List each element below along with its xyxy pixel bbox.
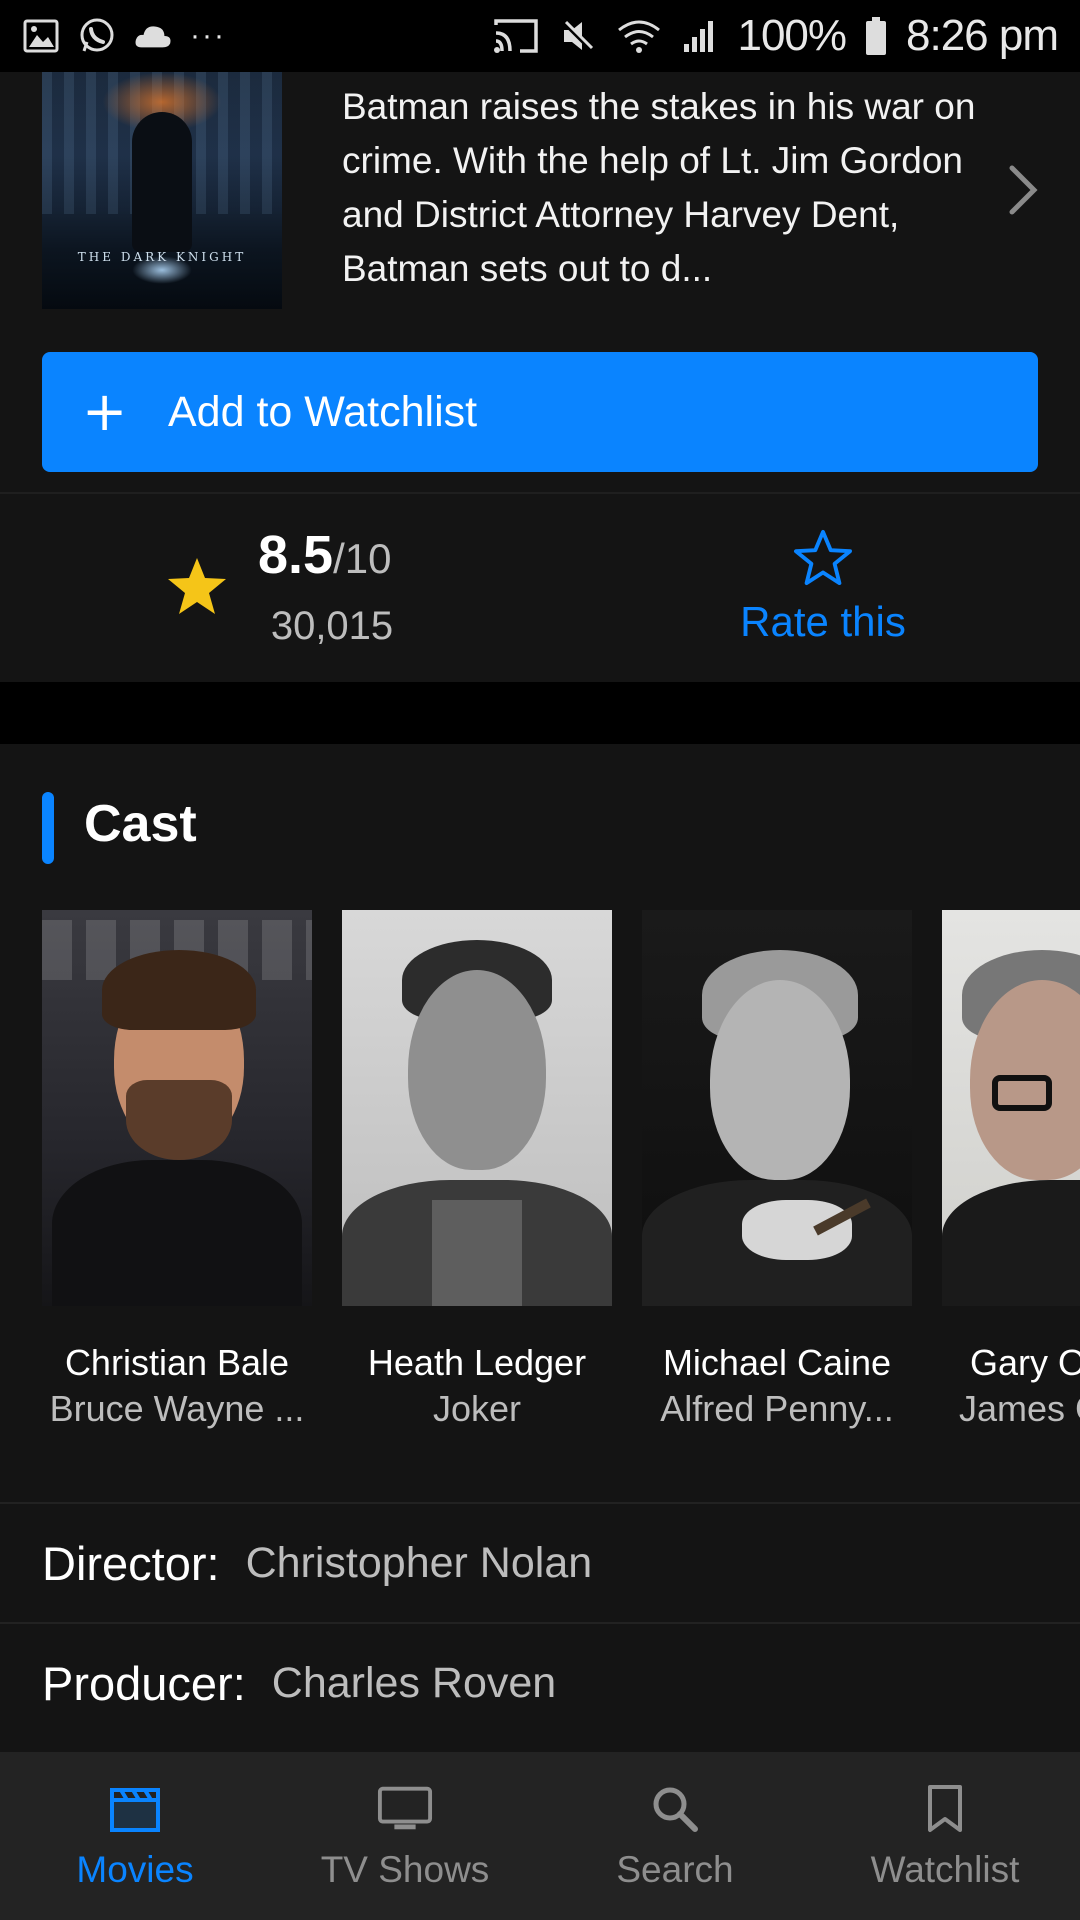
clock: 8:26 pm [906,11,1059,60]
rating-row: 8.5/10 30,015 Rate this [0,492,1080,682]
cast-icon [491,17,541,55]
nav-item-tv-shows[interactable]: TV Shows [270,1752,540,1920]
director-row[interactable]: Director: Christopher Nolan [0,1502,1080,1622]
mute-icon [559,17,597,55]
movie-poster[interactable]: THE DARK KNIGHT [42,72,282,309]
more-notifications: ··· [190,19,226,52]
cast-name: Christian Bale [64,1342,290,1383]
status-right: 100% 8:26 pm [491,11,1059,61]
add-to-watchlist-label: Add to Watchlist [168,387,478,436]
poster-batman-figure [132,112,192,252]
cast-photo [42,910,312,1306]
search-icon [647,1781,703,1837]
rating-score: 8.5/10 [258,524,391,586]
rate-this-button[interactable]: Rate this [700,598,946,646]
plus-icon: + [82,380,128,443]
bottom-navigation: Movies TV Shows Search Watchlist [0,1752,1080,1920]
cast-section: Cast Christian Bale Bruce Wayne ... Heat… [0,744,1080,1502]
rating-vote-count: 30,015 [270,604,394,648]
cast-photo [942,910,1080,1306]
jacket-shape [942,1180,1080,1306]
beard-shape [126,1080,232,1160]
hand-shape [742,1200,852,1260]
rating-scale: /10 [333,535,392,582]
cast-photo [642,910,912,1306]
nav-label: Movies [76,1849,194,1890]
gallery-icon [22,17,60,55]
nav-item-watchlist[interactable]: Watchlist [810,1752,1080,1920]
plot-summary[interactable]: Batman raises the stakes in his war on c… [342,80,982,296]
director-name: Christopher Nolan [245,1538,593,1587]
clapperboard-icon [107,1781,163,1837]
cast-role: Bruce Wayne ... [49,1388,305,1429]
director-label: Director: [42,1536,220,1590]
poster-title: THE DARK KNIGHT [77,250,247,264]
tv-icon [377,1781,433,1837]
nav-label: TV Shows [320,1849,490,1890]
status-left: ··· [22,17,226,55]
hair-shape [102,950,256,1030]
producer-name: Charles Roven [271,1658,557,1707]
shirt-shape [52,1160,302,1306]
cast-title: Cast [84,795,197,853]
rating-value: 8.5 [258,525,334,585]
cast-role: Joker [432,1388,522,1429]
star-outline-icon[interactable] [793,528,853,590]
cast-card[interactable]: Heath Ledger Joker [342,910,612,1430]
face-shape [710,980,850,1180]
cloud-icon [134,17,172,55]
cast-role: Alfred Penny... [660,1388,894,1429]
cast-card[interactable]: Christian Bale Bruce Wayne ... [42,910,312,1430]
battery-percent: 100% [737,11,847,60]
bookmark-icon [917,1781,973,1837]
cast-name: Michael Caine [662,1342,892,1383]
producer-row[interactable]: Producer: Charles Roven [0,1622,1080,1742]
cast-card[interactable]: Gary Oldman James Gordon [942,910,1080,1430]
cast-photo [342,910,612,1306]
overview-section: THE DARK KNIGHT Batman raises the stakes… [0,72,1080,492]
battery-icon [864,17,888,55]
nav-label: Watchlist [870,1849,1020,1890]
cast-name: Heath Ledger [367,1342,587,1383]
whatsapp-icon [78,17,116,55]
section-divider [0,682,1080,744]
cast-name: Gary Oldman [969,1342,1080,1383]
cast-card[interactable]: Michael Caine Alfred Penny... [642,910,912,1430]
nav-item-search[interactable]: Search [540,1752,810,1920]
nav-item-movies[interactable]: Movies [0,1752,270,1920]
section-accent-bar [42,792,54,864]
wifi-icon [615,17,663,55]
cast-role: James Gordon [958,1388,1080,1429]
nav-label: Search [616,1849,734,1890]
star-filled-icon [166,556,228,620]
producer-label: Producer: [42,1656,246,1710]
signal-icon [681,17,719,55]
add-to-watchlist-button[interactable]: + Add to Watchlist [42,352,1038,472]
chevron-right-icon[interactable] [1002,160,1042,220]
glasses-shape [992,1075,1052,1111]
face-shape [408,970,546,1170]
status-bar: ··· 100% 8:26 pm [0,0,1080,72]
tshirt-shape [432,1200,522,1306]
